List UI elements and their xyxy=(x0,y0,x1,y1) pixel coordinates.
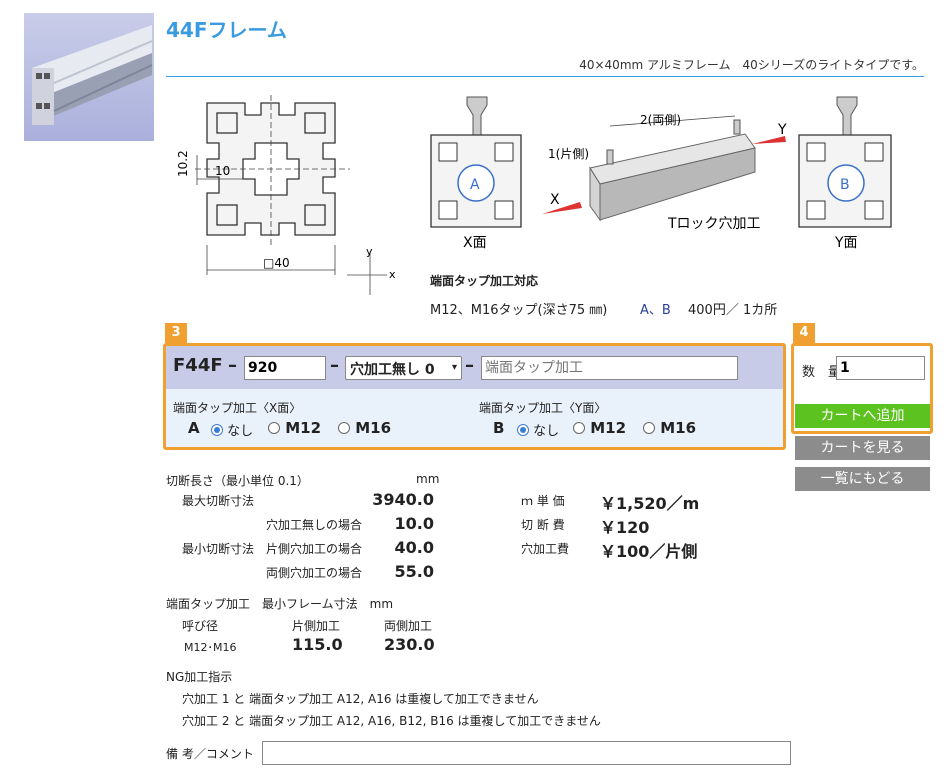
col-size: 呼び径 xyxy=(182,619,219,633)
ng-note-2: 穴加工 2 と 端面タップ加工 A12, A16, B12, B16 は重複して… xyxy=(182,714,601,728)
col-one-side: 片側加工 xyxy=(292,619,341,633)
frame-3d-drawing: 1(片側) 2(両側) X Y Tロック穴加工 xyxy=(542,113,787,232)
tlock-label: Tロック穴加工 xyxy=(667,216,761,232)
product-code: F44F xyxy=(173,355,223,376)
x-radio-m12[interactable]: M12 xyxy=(268,419,321,437)
radio-button[interactable] xyxy=(338,422,350,434)
row-size: M12･M16 xyxy=(184,641,237,654)
x-face-code: A xyxy=(188,419,200,437)
code-dash-2: – xyxy=(330,355,339,376)
max-cut-label: 最大切断寸法 xyxy=(182,494,255,508)
x-face-label: X面 xyxy=(463,235,487,251)
y-face-label: Y面 xyxy=(834,235,858,251)
row-one-side-value: 115.0 xyxy=(292,635,343,654)
view-cart-button[interactable]: カートを見る xyxy=(795,436,930,460)
dim-10-2: 10.2 xyxy=(176,150,190,177)
y-radio-none[interactable]: なし xyxy=(517,420,559,439)
row-both-sides-value: 230.0 xyxy=(384,635,435,654)
product-image xyxy=(24,13,154,141)
code-dash-1: – xyxy=(228,355,237,376)
cut-fee-label: 切 断 費 xyxy=(521,518,565,532)
code-dash-3: – xyxy=(465,355,474,376)
y-radio-m16[interactable]: M16 xyxy=(643,419,696,437)
radio-button[interactable] xyxy=(517,424,529,436)
no-hole-value: 10.0 xyxy=(394,514,434,533)
x-face-drawing: A X面 xyxy=(430,96,522,251)
arrow-y-label: Y xyxy=(777,122,787,138)
max-cut-value: 3940.0 xyxy=(372,490,434,509)
label-a: A xyxy=(470,177,480,193)
price-per-m-label: ｍ 単 価 xyxy=(521,494,565,508)
quantity-input[interactable] xyxy=(836,356,925,380)
one-side-value: 40.0 xyxy=(394,538,434,557)
y-face-code: B xyxy=(493,419,505,437)
axis-x: x xyxy=(389,268,396,281)
length-input[interactable] xyxy=(244,356,326,380)
hole-process-value: 穴加工無し 0 xyxy=(350,362,435,378)
tap-info-spec: M12、M16タップ(深さ75 ㎜) xyxy=(430,303,608,318)
x-face-tap-label: 端面タップ加工〈X面〉 xyxy=(173,401,302,415)
cross-section-drawing: 10.2 10 □40 y x xyxy=(176,95,396,295)
dim-40: □40 xyxy=(263,256,290,270)
radio-button[interactable] xyxy=(211,424,223,436)
tap-info-codes: A、B xyxy=(640,303,671,318)
title-divider xyxy=(166,76,924,77)
step-4-badge: 4 xyxy=(793,323,815,343)
y-face-drawing: B Y面 xyxy=(798,96,892,251)
remark-label: 備 考／コメント xyxy=(166,747,254,761)
cut-length-header: 切断長さ（最小単位 0.1） xyxy=(166,474,309,488)
end-tap-input[interactable] xyxy=(481,356,738,380)
hole-process-select[interactable]: 穴加工無し 0 ▾ xyxy=(345,356,462,380)
cut-fee-value: ￥120 xyxy=(600,518,650,537)
min-cut-label: 最小切断寸法 xyxy=(182,542,255,556)
dim-10: 10 xyxy=(215,164,230,178)
one-side-label: 1(片側) xyxy=(548,147,589,161)
unit-mm: mm xyxy=(416,472,440,486)
col-both-sides: 両側加工 xyxy=(384,619,433,633)
x-radio-none[interactable]: なし xyxy=(211,420,253,439)
radio-button[interactable] xyxy=(573,422,585,434)
axis-y: y xyxy=(366,245,373,258)
product-subtitle: 40×40mm アルミフレーム 40シリーズのライトタイプです。 xyxy=(579,58,924,72)
ng-header: NG加工指示 xyxy=(166,670,233,684)
tap-info-price: 400円／ 1カ所 xyxy=(688,303,778,318)
both-side-value: 55.0 xyxy=(394,562,434,581)
step-3-badge: 3 xyxy=(165,323,187,343)
x-radio-m16[interactable]: M16 xyxy=(338,419,391,437)
add-to-cart-button[interactable]: カートへ追加 xyxy=(795,404,930,428)
both-sides-label: 2(両側) xyxy=(640,113,681,127)
hole-fee-value: ￥100／片側 xyxy=(600,542,698,561)
order-config-panel: F44F – – 穴加工無し 0 ▾ – 端面タップ加工〈X面〉 端面タップ加工… xyxy=(163,343,786,450)
product-title: 44Fフレーム xyxy=(166,18,287,42)
back-to-list-button[interactable]: 一覧にもどる xyxy=(795,467,930,491)
remark-input[interactable] xyxy=(262,741,791,765)
y-face-tap-label: 端面タップ加工〈Y面〉 xyxy=(479,401,607,415)
chevron-down-icon: ▾ xyxy=(451,362,457,373)
tap-info-heading: 端面タップ加工対応 xyxy=(430,274,539,288)
label-b: B xyxy=(840,177,850,193)
ng-note-1: 穴加工 1 と 端面タップ加工 A12, A16 は重複して加工できません xyxy=(182,692,539,706)
tap-min-header: 端面タップ加工 最小フレーム寸法 mm xyxy=(166,597,394,611)
y-radio-m12[interactable]: M12 xyxy=(573,419,626,437)
arrow-x-label: X xyxy=(550,192,560,208)
hole-fee-label: 穴加工費 xyxy=(521,542,570,556)
radio-button[interactable] xyxy=(268,422,280,434)
radio-button[interactable] xyxy=(643,422,655,434)
price-per-m-value: ￥1,520／m xyxy=(600,494,700,513)
